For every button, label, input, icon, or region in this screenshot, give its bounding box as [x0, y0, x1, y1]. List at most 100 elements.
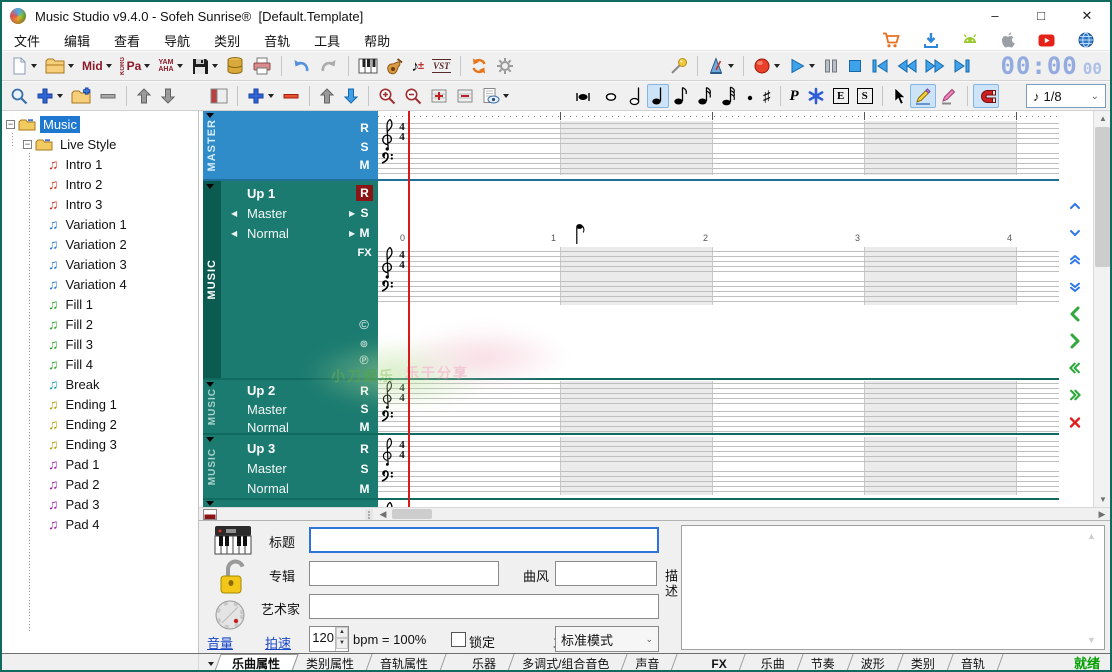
shrink-rows-button[interactable] — [452, 84, 478, 108]
remove-category-button[interactable] — [95, 84, 121, 108]
tree-item-label[interactable]: Pad 3 — [63, 496, 103, 513]
maximize-button[interactable]: □ — [1018, 2, 1064, 30]
horizontal-scrollbar[interactable]: ◀ ▶ — [199, 507, 1110, 520]
tree-item-label[interactable]: Variation 1 — [63, 216, 130, 233]
tab-FX[interactable]: FX — [698, 654, 739, 672]
tab-类别属性[interactable]: 类别属性 — [293, 654, 367, 672]
tree-item-label[interactable]: Music — [40, 116, 80, 133]
tree-item-variation-2[interactable]: ♫Variation 2 — [2, 234, 198, 254]
tree-item-fill-1[interactable]: ♫Fill 1 — [2, 294, 198, 314]
tab-乐曲属性[interactable]: 乐曲属性 — [219, 654, 293, 672]
menu-类别[interactable]: 类别 — [202, 31, 252, 50]
tree-item-label[interactable]: Intro 1 — [63, 156, 106, 173]
notation-area[interactable]: MASTER R S M 4 4 MUSIC — [199, 111, 1110, 520]
save-file-button[interactable] — [187, 54, 222, 78]
tree-item-label[interactable]: Break — [63, 376, 103, 393]
insert-category-button[interactable] — [67, 84, 95, 108]
delete-selection-button[interactable] — [1063, 410, 1087, 434]
menu-编辑[interactable]: 编辑 — [52, 31, 102, 50]
note-thirtysecond-button[interactable] — [717, 84, 741, 108]
up2-treble-staff[interactable] — [378, 383, 1059, 404]
tree-item-live-style[interactable]: −Live Style — [2, 134, 198, 154]
scrollbar-thumb[interactable] — [1095, 127, 1110, 267]
tree-item-label[interactable]: Intro 2 — [63, 176, 106, 193]
tree-item-fill-2[interactable]: ♫Fill 2 — [2, 314, 198, 334]
add-track-button[interactable] — [243, 84, 278, 108]
tree-item-ending-3[interactable]: ♫Ending 3 — [2, 434, 198, 454]
tree-item-pad-1[interactable]: ♫Pad 1 — [2, 454, 198, 474]
play-button[interactable] — [784, 54, 819, 78]
collapse-box-icon[interactable]: − — [23, 140, 32, 149]
track-route[interactable]: Master — [247, 461, 287, 476]
note-eighth-button[interactable] — [669, 84, 693, 108]
erase-tool-button[interactable] — [936, 84, 962, 108]
tree-item-pad-3[interactable]: ♫Pad 3 — [2, 494, 198, 514]
draw-tool-button[interactable] — [910, 84, 936, 108]
microphone-button[interactable] — [666, 54, 692, 78]
record-button[interactable]: R — [356, 441, 373, 457]
tree-item-music[interactable]: −Music — [2, 114, 198, 134]
open-korg-pa-button[interactable]: KORGPa — [116, 54, 155, 78]
tree-item-label[interactable]: Ending 1 — [63, 396, 120, 413]
collapse-track-icon[interactable] — [206, 184, 214, 189]
master-track-header[interactable]: MASTER R S M — [203, 111, 378, 179]
move-track-up-button[interactable] — [315, 84, 339, 108]
collapse-track-icon[interactable] — [206, 382, 214, 387]
loop-region-icon[interactable] — [203, 509, 217, 520]
page-down-button[interactable] — [1063, 275, 1087, 299]
move-category-up-button[interactable] — [132, 84, 156, 108]
zoom-out-button[interactable] — [400, 84, 426, 108]
tree-item-intro-1[interactable]: ♫Intro 1 — [2, 154, 198, 174]
tempo-lock-checkbox[interactable] — [451, 632, 466, 647]
up3-bass-staff[interactable] — [378, 471, 1059, 492]
sustain-box-button[interactable]: S — [853, 84, 877, 108]
scroll-right-button[interactable] — [1063, 329, 1087, 353]
menu-音轨[interactable]: 音轨 — [252, 31, 302, 50]
note-quarter-button[interactable] — [647, 84, 669, 108]
playhead-cursor[interactable] — [408, 111, 410, 507]
album-input[interactable] — [309, 561, 499, 586]
tab-节奏[interactable]: 节奏 — [798, 654, 848, 672]
tree-item-label[interactable]: Ending 3 — [63, 436, 120, 453]
solo-button[interactable]: S — [356, 401, 373, 417]
quantize-select[interactable]: ♪ 1/8 ⌄ — [1026, 84, 1106, 108]
track-panel-button[interactable] — [206, 84, 232, 108]
tempo-spinner[interactable]: 120 ▲▼ — [309, 626, 349, 652]
open-midi-button[interactable]: Mid — [78, 54, 116, 78]
step-back-button[interactable] — [867, 54, 893, 78]
track-route[interactable]: Master — [247, 206, 287, 221]
tree-item-label[interactable]: Pad 4 — [63, 516, 103, 533]
menu-文件[interactable]: 文件 — [2, 31, 52, 50]
tree-item-intro-3[interactable]: ♫Intro 3 — [2, 194, 198, 214]
scrollbar-down-icon[interactable]: ▼ — [1094, 492, 1110, 507]
record-button[interactable]: R — [356, 383, 373, 399]
redo-button[interactable] — [315, 54, 343, 78]
rewind-button[interactable] — [893, 54, 921, 78]
metronome-button[interactable] — [703, 54, 738, 78]
tree-item-fill-3[interactable]: ♫Fill 3 — [2, 334, 198, 354]
up1-bass-staff[interactable] — [378, 281, 1059, 302]
fast-forward-button[interactable] — [921, 54, 949, 78]
tree-item-label[interactable]: Variation 2 — [63, 236, 130, 253]
print-button[interactable] — [248, 54, 276, 78]
tree-item-fill-4[interactable]: ♫Fill 4 — [2, 354, 198, 374]
move-track-down-button[interactable] — [339, 84, 363, 108]
search-button[interactable] — [6, 84, 32, 108]
tree-item-label[interactable]: Variation 4 — [63, 276, 130, 293]
scrollbar-right-icon[interactable]: ▶ — [1094, 508, 1110, 520]
track-partial-header[interactable] — [203, 500, 378, 507]
tree-item-label[interactable]: Ending 2 — [63, 416, 120, 433]
transpose-note-button[interactable]: ♪± — [408, 54, 429, 78]
menu-查看[interactable]: 查看 — [102, 31, 152, 50]
solo-button[interactable]: S — [356, 461, 373, 477]
zoom-in-button[interactable] — [374, 84, 400, 108]
volume-link[interactable]: 音量 — [207, 633, 233, 652]
menu-工具[interactable]: 工具 — [302, 31, 352, 50]
scroll-down-button[interactable] — [1063, 221, 1087, 245]
note-half-button[interactable] — [625, 84, 647, 108]
tree-item-label[interactable]: Fill 2 — [63, 316, 96, 333]
new-file-button[interactable] — [6, 54, 41, 78]
collapse-track-icon[interactable] — [206, 501, 214, 506]
tree-item-variation-4[interactable]: ♫Variation 4 — [2, 274, 198, 294]
android-app-icon[interactable] — [962, 33, 978, 47]
